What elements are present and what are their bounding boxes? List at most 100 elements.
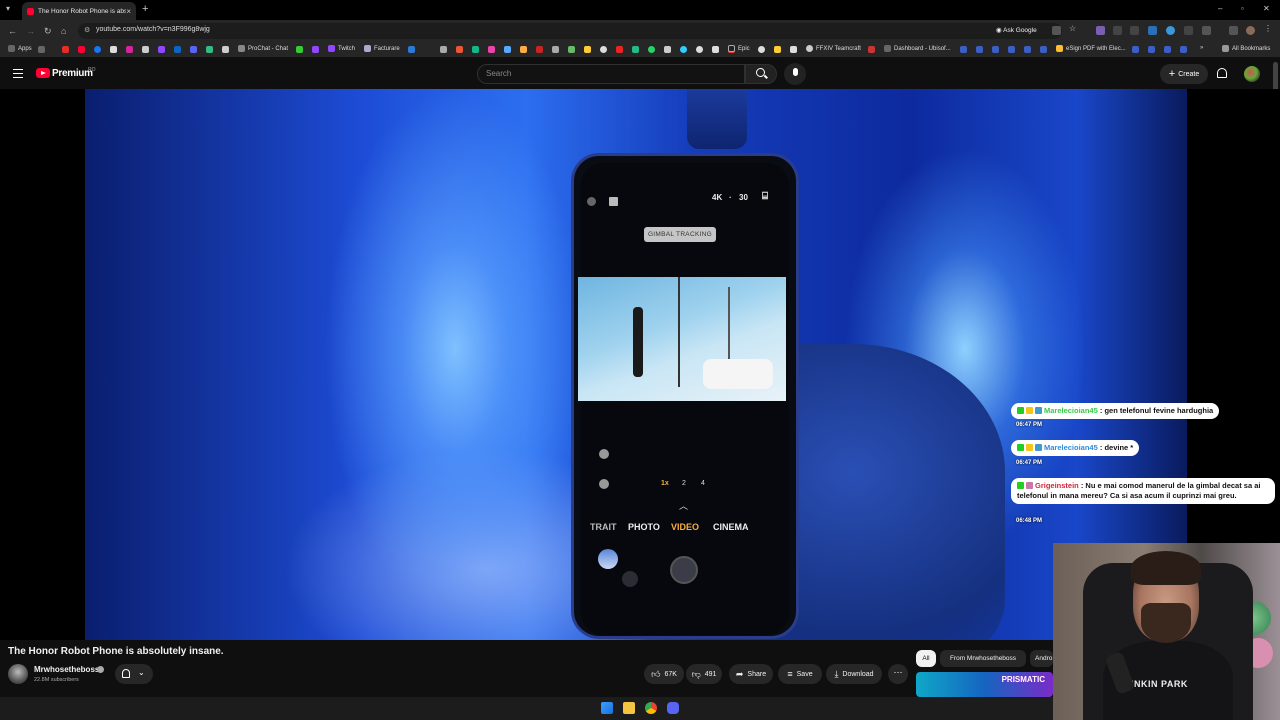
bookmark-apps[interactable]: Apps (8, 45, 32, 52)
file-explorer-icon[interactable] (623, 702, 635, 714)
bookmark-icon[interactable] (712, 46, 719, 53)
install-app-icon[interactable] (1052, 26, 1061, 35)
bookmark-icon[interactable] (758, 46, 765, 53)
chrome-icon[interactable] (645, 702, 657, 714)
subscribed-button[interactable] (115, 664, 153, 684)
recommended-video-thumbnail[interactable]: PRISMATIC (916, 672, 1053, 697)
side-panel-icon[interactable] (1229, 26, 1238, 35)
more-actions-icon[interactable]: ⋯ (888, 664, 908, 684)
bookmark-icon[interactable] (472, 46, 479, 53)
bookmark-dashboard-ubisoft[interactable]: Dashboard - Ubisof... (884, 45, 951, 52)
channel-name[interactable]: Mrwhosetheboss (34, 665, 99, 674)
bookmark-icon[interactable] (568, 46, 575, 53)
discord-icon[interactable] (667, 702, 679, 714)
chip-related[interactable]: Andro (1030, 650, 1053, 667)
bookmark-icon[interactable] (174, 46, 181, 53)
bookmark-icon[interactable] (126, 46, 133, 53)
close-window-button[interactable]: ✕ (1263, 4, 1270, 13)
bookmark-icon[interactable] (696, 46, 703, 53)
bookmark-icon[interactable] (1024, 46, 1031, 53)
bookmark-icon[interactable] (222, 46, 229, 53)
chrome-menu-icon[interactable]: ⋮ (1264, 24, 1273, 33)
bookmark-icon[interactable] (664, 46, 671, 53)
bookmark-epic[interactable]: Epic (728, 45, 750, 52)
bookmark-star-icon[interactable]: ☆ (1069, 24, 1078, 33)
maximize-button[interactable]: ▫ (1241, 4, 1244, 13)
bookmark-icon[interactable] (408, 46, 415, 53)
bookmark-icon[interactable] (976, 46, 983, 53)
extensions-puzzle-icon[interactable] (1202, 26, 1211, 35)
reload-button[interactable]: ↻ (44, 26, 52, 37)
bookmark-icon[interactable] (1040, 46, 1047, 53)
bookmark-icon[interactable] (520, 46, 527, 53)
tab-search-icon[interactable]: ▾ (6, 4, 10, 13)
bookmark-icon[interactable] (584, 46, 591, 53)
bookmark-icon[interactable] (94, 46, 101, 53)
bookmark-icon[interactable] (1164, 46, 1171, 53)
bookmark-icon[interactable] (1008, 46, 1015, 53)
chip-from-channel[interactable]: From Mrwhosetheboss (940, 650, 1026, 667)
bookmark-icon[interactable] (648, 46, 655, 53)
bookmark-twitch[interactable]: Twitch (328, 45, 355, 52)
extension-icon[interactable] (1148, 26, 1157, 35)
bookmark-icon[interactable] (110, 46, 117, 53)
bookmark-icon[interactable] (296, 46, 303, 53)
account-avatar[interactable] (1244, 66, 1260, 82)
bookmark-icon[interactable] (774, 46, 781, 53)
bookmark-icon[interactable] (992, 46, 999, 53)
voice-search-mic-icon[interactable] (784, 63, 806, 85)
bookmark-icon[interactable] (488, 46, 495, 53)
extension-icon[interactable] (1166, 26, 1175, 35)
address-bar[interactable]: ⚙ youtube.com/watch?v=n3F996g8wjg (78, 23, 1062, 39)
bookmark-icon[interactable] (1132, 46, 1139, 53)
bookmark-icon[interactable] (312, 46, 319, 53)
bookmark-icon[interactable] (552, 46, 559, 53)
profile-avatar-icon[interactable] (1246, 26, 1255, 35)
bookmark-icon[interactable] (680, 46, 687, 53)
notifications-bell-icon[interactable] (1217, 68, 1227, 78)
bookmark-ffxiv-teamcraft[interactable]: FFXIV Teamcraft (806, 45, 861, 52)
extension-icon[interactable] (1096, 26, 1105, 35)
bookmark-icon[interactable] (78, 46, 85, 53)
youtube-premium-logo[interactable]: Premium (52, 68, 93, 79)
bookmark-prochat[interactable]: ProChat - Chat (238, 45, 288, 52)
chip-all[interactable]: All (916, 650, 936, 667)
extension-icon[interactable] (1113, 26, 1122, 35)
all-bookmarks-folder[interactable]: All Bookmarks (1222, 45, 1270, 52)
bookmark-icon[interactable] (1148, 46, 1155, 53)
bookmark-icon[interactable] (62, 46, 69, 53)
tab-close-icon[interactable]: × (126, 7, 131, 16)
bookmark-facturare[interactable]: Facturare (364, 45, 400, 52)
dislike-button[interactable]: 👎︎ 491 (686, 664, 722, 684)
menu-icon[interactable] (13, 69, 23, 78)
tab-groups-icon[interactable] (38, 46, 45, 53)
download-button[interactable]: ⤓ Download (826, 664, 882, 684)
bookmark-icon[interactable] (206, 46, 213, 53)
bookmark-icon[interactable] (868, 46, 875, 53)
save-button[interactable]: ≡ Save (778, 664, 822, 684)
channel-avatar[interactable] (8, 664, 28, 684)
back-button[interactable]: ← (8, 26, 17, 36)
bookmark-icon[interactable] (790, 46, 797, 53)
like-button[interactable]: 👍︎ 67K (644, 664, 684, 684)
new-tab-button[interactable]: + (142, 3, 148, 15)
site-info-icon[interactable]: ⚙ (84, 26, 90, 34)
extension-icon[interactable] (1130, 26, 1139, 35)
bookmark-icon[interactable] (616, 46, 623, 53)
bookmark-icon[interactable] (440, 46, 447, 53)
home-button[interactable]: ⌂ (61, 26, 66, 36)
search-input[interactable] (477, 64, 745, 84)
bookmark-icon[interactable] (142, 46, 149, 53)
bookmark-icon[interactable] (190, 46, 197, 53)
bookmark-esign-pdf[interactable]: eSign PDF with Elec... (1056, 45, 1126, 52)
youtube-logo-icon[interactable] (36, 68, 50, 78)
extension-icon[interactable] (1184, 26, 1193, 35)
bookmark-icon[interactable] (600, 46, 607, 53)
forward-button[interactable]: → (26, 26, 35, 36)
bookmarks-overflow-icon[interactable]: » (1200, 45, 1203, 51)
create-button[interactable]: + Create (1160, 64, 1208, 84)
browser-tab-active[interactable]: The Honor Robot Phone is abs... × (22, 2, 136, 20)
windows-start-icon[interactable] (601, 702, 613, 714)
bookmark-icon[interactable] (158, 46, 165, 53)
bookmark-icon[interactable] (960, 46, 967, 53)
